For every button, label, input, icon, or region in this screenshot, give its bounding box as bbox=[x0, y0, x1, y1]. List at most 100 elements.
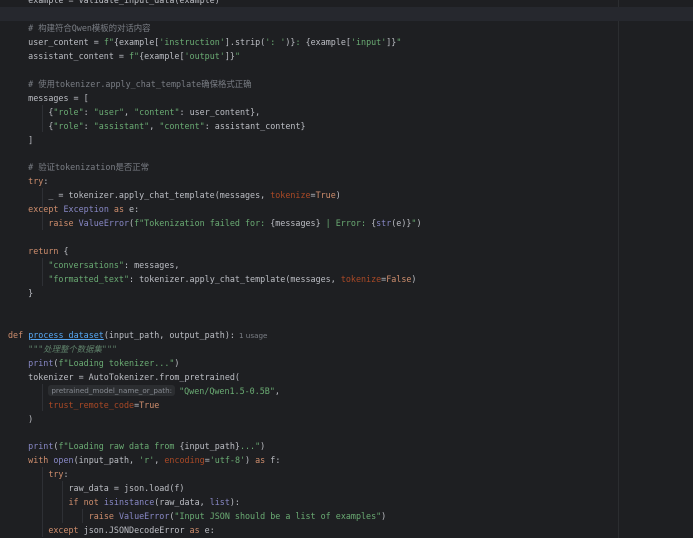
code-line[interactable]: # 使用tokenizer.apply_chat_template确保格式正确 bbox=[0, 77, 251, 91]
code-token: } bbox=[8, 287, 34, 298]
code-line[interactable]: pretrained_model_name_or_path: "Qwen/Qwen… bbox=[0, 384, 280, 398]
code-line[interactable]: } bbox=[0, 286, 33, 300]
code-token: # 构建符合Qwen模板的对话内容 bbox=[28, 22, 151, 33]
code-token: raise bbox=[88, 511, 114, 522]
code-line[interactable]: # 验证tokenization是否正常 bbox=[0, 160, 149, 174]
code-line[interactable]: raise ValueError(f"Tokenization failed f… bbox=[0, 216, 422, 230]
code-line[interactable]: user_content = f"{example['instruction']… bbox=[0, 35, 401, 49]
code-token: f"Tokenization failed for: bbox=[134, 218, 271, 229]
code-token: True bbox=[315, 190, 336, 201]
code-token: : messages, bbox=[123, 260, 180, 271]
code-token: | Error: bbox=[320, 218, 372, 229]
code-line[interactable]: assistant_content = f"{example['output']… bbox=[0, 49, 240, 63]
code-token: (e)} bbox=[391, 218, 412, 229]
code-line[interactable]: ) bbox=[0, 412, 33, 426]
code-token: user_content = bbox=[8, 36, 104, 47]
code-line[interactable]: "formatted_text": tokenizer.apply_chat_t… bbox=[0, 272, 416, 286]
code-token: f" bbox=[103, 36, 114, 47]
code-token: : bbox=[83, 106, 94, 117]
code-line[interactable]: raw_data = json.load(f) bbox=[0, 481, 185, 495]
code-token: { bbox=[8, 120, 54, 131]
code-token: : bbox=[43, 176, 49, 187]
code-line[interactable]: raise ValueError("Input JSON should be a… bbox=[0, 509, 387, 523]
usage-count-hint[interactable]: 1 usage bbox=[239, 331, 268, 340]
code-token: {example[ bbox=[139, 50, 185, 61]
code-token: except bbox=[48, 525, 79, 536]
code-token: 'input' bbox=[350, 36, 387, 47]
code-line[interactable]: {"role": "assistant", "content": assista… bbox=[0, 119, 305, 133]
code-line[interactable]: except Exception as e: bbox=[0, 202, 139, 216]
code-line[interactable]: with open(input_path, 'r', encoding='utf… bbox=[0, 453, 280, 467]
code-line[interactable]: "conversations": messages, bbox=[0, 258, 179, 272]
code-token: ) bbox=[411, 274, 417, 284]
code-line[interactable]: if not isinstance(raw_data, list): bbox=[0, 495, 240, 509]
code-token: ]} bbox=[386, 36, 397, 47]
code-token: : user_content}, bbox=[179, 106, 261, 117]
code-line[interactable] bbox=[0, 63, 8, 77]
code-line[interactable] bbox=[0, 230, 8, 244]
code-line[interactable]: {"role": "user", "content": user_content… bbox=[0, 105, 260, 119]
code-token: tokenize bbox=[270, 190, 311, 201]
code-line[interactable]: """处理整个数据集""" bbox=[0, 342, 117, 356]
code-line[interactable]: # 构建符合Qwen模板的对话内容 bbox=[0, 21, 151, 35]
code-token: process_dataset bbox=[28, 329, 104, 340]
code-line[interactable]: except json.JSONDecodeError as e: bbox=[0, 523, 214, 537]
code-editor[interactable]: example = validate_input_data(example) #… bbox=[0, 0, 693, 538]
code-token: "role" bbox=[53, 120, 84, 131]
code-token: print bbox=[28, 357, 54, 368]
code-line[interactable] bbox=[0, 300, 8, 314]
code-token: _ = tokenizer.apply_chat_template(messag… bbox=[8, 190, 271, 201]
code-token: Exception bbox=[63, 204, 109, 215]
code-token: e: bbox=[124, 204, 140, 215]
code-token: ] bbox=[8, 134, 34, 145]
code-line[interactable]: try: bbox=[0, 467, 69, 481]
code-token: 'output' bbox=[184, 50, 225, 61]
code-token: { bbox=[8, 106, 54, 117]
code-token: # 验证tokenization是否正常 bbox=[28, 162, 150, 173]
code-token: print bbox=[28, 441, 54, 452]
code-token: , bbox=[149, 120, 160, 131]
code-line[interactable] bbox=[0, 425, 8, 439]
code-line[interactable]: print(f"Loading tokenizer...") bbox=[0, 356, 179, 370]
code-token: : tokenizer.apply_chat_template(messages… bbox=[129, 274, 341, 284]
code-token: ) bbox=[8, 413, 34, 424]
code-token: "content" bbox=[134, 106, 180, 117]
code-token: : bbox=[295, 36, 306, 47]
code-line[interactable]: messages = [ bbox=[0, 91, 89, 105]
code-line[interactable]: print(f"Loading raw data from {input_pat… bbox=[0, 439, 265, 453]
code-line[interactable]: example = validate_input_data(example) bbox=[0, 0, 220, 7]
code-token: list bbox=[209, 497, 230, 508]
code-token: if not bbox=[68, 497, 99, 508]
code-token: "role" bbox=[53, 106, 84, 117]
code-token: raise bbox=[48, 218, 74, 229]
code-line[interactable] bbox=[0, 6, 693, 21]
code-line[interactable]: return { bbox=[0, 244, 68, 258]
code-line[interactable] bbox=[0, 146, 8, 160]
code-token: ) bbox=[174, 357, 180, 368]
code-line[interactable]: ] bbox=[0, 133, 33, 147]
code-line[interactable]: _ = tokenizer.apply_chat_template(messag… bbox=[0, 188, 340, 202]
code-token: encoding bbox=[164, 455, 205, 466]
code-token: # 使用tokenizer.apply_chat_template确保格式正确 bbox=[28, 78, 252, 89]
code-token: return bbox=[28, 246, 59, 257]
code-line[interactable]: try: bbox=[0, 174, 48, 188]
code-line[interactable]: def process_dataset(input_path, output_p… bbox=[0, 328, 267, 342]
code-line[interactable]: trust_remote_code=True bbox=[0, 398, 159, 412]
code-token: except bbox=[28, 204, 59, 215]
code-token: f" bbox=[129, 50, 140, 61]
code-token: try bbox=[48, 469, 64, 480]
code-line[interactable] bbox=[0, 314, 8, 328]
code-token: , bbox=[274, 385, 280, 396]
code-token: : bbox=[63, 469, 69, 480]
code-token: ) bbox=[416, 218, 422, 229]
code-token: ): bbox=[229, 497, 240, 508]
code-line[interactable]: tokenizer = AutoTokenizer.from_pretraine… bbox=[0, 370, 240, 384]
code-token: trust_remote_code bbox=[48, 399, 135, 410]
code-token: (input_path, bbox=[73, 455, 140, 466]
code-token: open bbox=[53, 455, 74, 466]
